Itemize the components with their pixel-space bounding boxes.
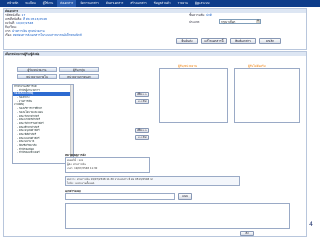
menu-item[interactable]: ค้นหาเอกสาร xyxy=(103,0,127,7)
message-area[interactable] xyxy=(65,203,290,229)
menu-item[interactable]: รายงาน xyxy=(175,0,191,7)
menu-bar: หน้าหลัก ทะเบียน ผู้ใช้งาน ส่งเอกสาร จัดการเ… xyxy=(0,0,320,7)
history-box: ส่งจาก : ฝ่ายการเงิน 19/07/2548 11:30 จา… xyxy=(65,176,240,186)
tab-internal-unit[interactable]: หน่วยงานภายใน xyxy=(17,74,57,79)
urgency-field: ชั้นความลับ: ปกติ xyxy=(189,13,212,17)
tree-item[interactable]: - สำนักคอมพิวเตอร์ xyxy=(13,151,73,155)
menu-item[interactable]: จัดการเอกสาร xyxy=(77,0,102,7)
type-select[interactable]: กรุณาเลือก ▼ xyxy=(219,19,261,24)
menu-item[interactable]: ผู้ใช้งาน xyxy=(40,0,56,7)
send-button[interactable]: ส่ง xyxy=(240,231,254,236)
note-line: เวลา: 19/07/2548 11:30 xyxy=(67,167,98,170)
routing-title: เลือกหน่วยงานผู้รับ/ผู้ส่งต่อ xyxy=(4,52,306,56)
confirm-send-button[interactable]: ยืนยันส่ง xyxy=(176,38,198,44)
print-document-button[interactable]: พิมพ์เอกสาร xyxy=(230,38,256,44)
add-button[interactable]: เพิ่ม>> xyxy=(135,92,149,97)
type-label: ประเภท: xyxy=(189,20,201,24)
remove-button[interactable]: <<ลบ xyxy=(135,99,149,104)
chevron-down-icon: ▼ xyxy=(256,20,260,23)
excluded-recipients-list[interactable] xyxy=(234,68,300,123)
attach-button[interactable]: แนบ xyxy=(178,193,192,200)
tab-recipient-group[interactable]: ผู้รับ/กลุ่ม xyxy=(59,67,99,72)
tree-scrollbar[interactable] xyxy=(70,85,73,163)
doc-subject-field: เรื่อง: ทดสอบการส่งเอกสารในระบบสารบรรณอิ… xyxy=(5,33,82,37)
history-line: ไปยัง : หน่วยงานทั้งหมด xyxy=(67,182,95,185)
menu-item[interactable]: ข้อมูลส่วนตัว xyxy=(151,0,174,7)
selected-recipients-list[interactable] xyxy=(159,68,228,123)
edit-document-button[interactable]: แก้ไขเอกสารนี้ xyxy=(201,38,227,44)
cancel-button[interactable]: ยกเลิก xyxy=(259,38,281,44)
page-number: 4 xyxy=(309,221,313,228)
menu-item[interactable]: หน้าหลัก xyxy=(4,0,21,7)
send-note-box: ส่งต่อให้ : xxx ผู้ส่ง: ฝ่ายการเงิน เวลา… xyxy=(65,157,150,173)
add-button-2[interactable]: เพิ่ม>> xyxy=(135,128,149,133)
menu-item[interactable]: ส่งเอกสาร xyxy=(57,0,77,7)
menu-item[interactable]: ผู้ดูแลระบบ xyxy=(192,0,213,7)
unit-tree[interactable]: สำนักงานอธิการบดี - สำนักผู้อำนวยการ กองคล… xyxy=(12,84,74,164)
panel-title: ส่งเอกสาร xyxy=(4,9,306,13)
menu-item[interactable]: ทะเบียน xyxy=(22,0,38,7)
tab-external-unit[interactable]: หน่วยงานภายนอก xyxy=(59,74,99,79)
remove-button-2[interactable]: <<ลบ xyxy=(135,135,149,140)
attachment-input[interactable] xyxy=(65,193,175,200)
tab-recipient-unit[interactable]: ผู้รับ/หน่วยงาน xyxy=(17,67,57,72)
menu-item[interactable]: สร้างเอกสาร xyxy=(127,0,149,7)
